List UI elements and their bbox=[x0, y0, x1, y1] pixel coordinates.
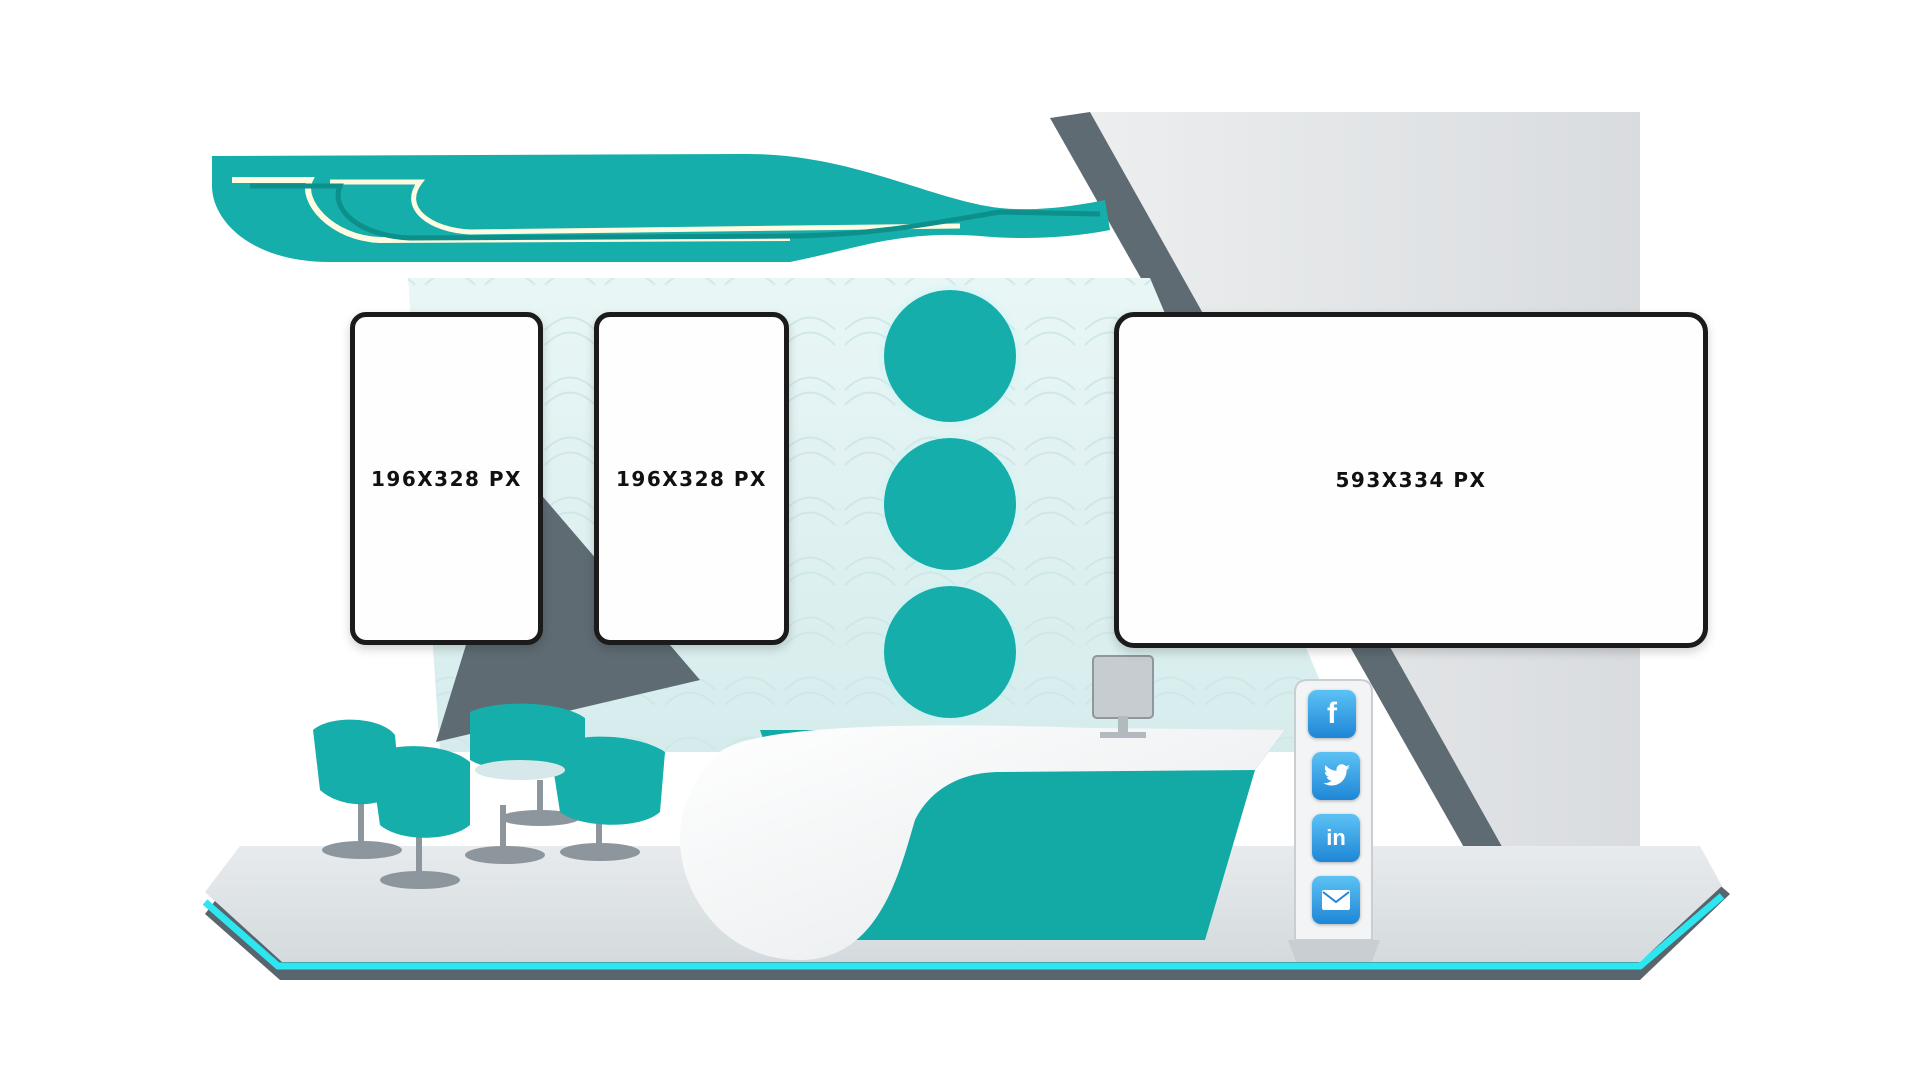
exhibition-booth-scene: f in 196X328 PX 196X328 PX 593X334 PX bbox=[0, 0, 1920, 1080]
twitter-icon bbox=[1312, 752, 1360, 800]
portrait-display-left: 196X328 PX bbox=[350, 312, 543, 645]
portrait-display-right: 196X328 PX bbox=[594, 312, 789, 645]
screen-size-label: 196X328 PX bbox=[371, 466, 522, 491]
screen-size-label: 593X334 PX bbox=[1335, 468, 1487, 492]
ceiling-ribbon bbox=[212, 153, 1110, 262]
linkedin-icon: in bbox=[1312, 814, 1360, 862]
landscape-display: 593X334 PX bbox=[1114, 312, 1708, 648]
mail-icon bbox=[1312, 876, 1360, 924]
screen-size-label: 196X328 PX bbox=[616, 466, 767, 491]
reception-desk bbox=[680, 725, 1285, 960]
teal-circles bbox=[876, 282, 1024, 726]
facebook-icon: f bbox=[1308, 690, 1356, 738]
